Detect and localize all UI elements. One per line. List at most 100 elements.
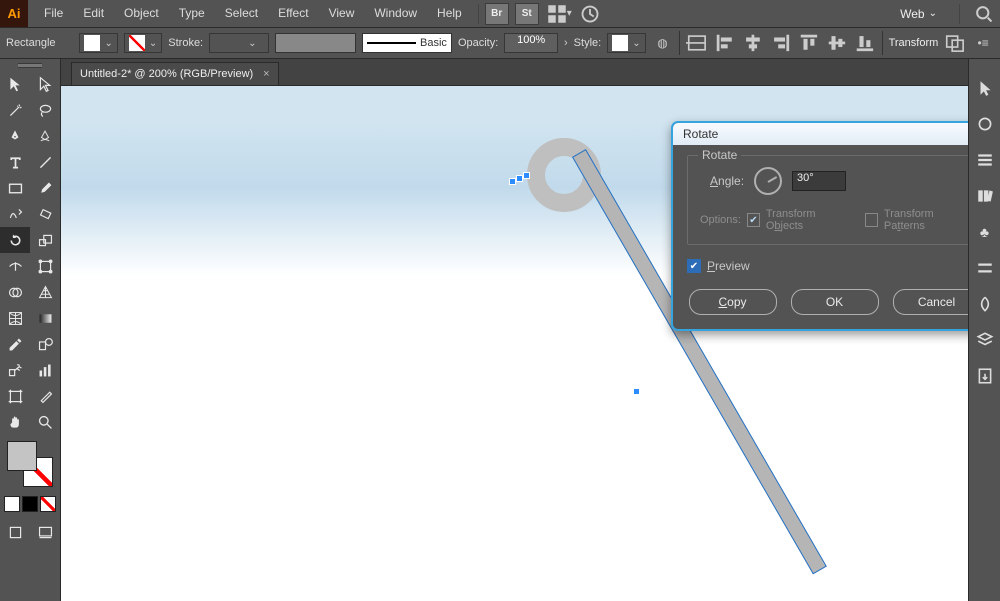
menu-window[interactable]: Window	[364, 0, 427, 27]
align-top-icon[interactable]	[798, 33, 820, 53]
angle-dial[interactable]	[754, 167, 782, 195]
gradient-tool[interactable]	[30, 305, 60, 331]
variable-width-dropdown[interactable]	[275, 33, 357, 53]
angle-input[interactable]: 30°	[792, 171, 846, 191]
toolbox-grip[interactable]	[0, 59, 60, 71]
preview-checkbox[interactable]	[687, 259, 701, 273]
artboard-tool[interactable]	[0, 383, 30, 409]
close-tab-icon[interactable]: ×	[263, 68, 269, 80]
stroke-panel-icon[interactable]	[976, 151, 994, 169]
eyedropper-tool[interactable]	[0, 331, 30, 357]
menu-help[interactable]: Help	[427, 0, 472, 27]
align-center-h-icon[interactable]	[742, 33, 764, 53]
free-transform-tool[interactable]	[30, 253, 60, 279]
align-left-icon[interactable]	[714, 33, 736, 53]
pen-tool[interactable]	[0, 123, 30, 149]
menu-edit[interactable]: Edit	[73, 0, 114, 27]
menu-type[interactable]: Type	[169, 0, 215, 27]
gradient-fill-mode[interactable]	[22, 496, 38, 512]
fill-indicator[interactable]	[7, 441, 37, 471]
separator	[959, 4, 960, 24]
selection-tool[interactable]	[0, 71, 30, 97]
rotate-tool[interactable]	[0, 227, 30, 253]
transform-patterns-checkbox[interactable]	[865, 213, 878, 227]
document-tab[interactable]: Untitled-2* @ 200% (RGB/Preview) ×	[71, 62, 279, 85]
eraser-tool[interactable]	[30, 201, 60, 227]
symbols-panel-icon[interactable]	[976, 295, 994, 313]
recolor-artwork-icon[interactable]: ◍	[652, 33, 674, 53]
paintbrush-tool[interactable]	[30, 175, 60, 201]
arrange-documents-icon[interactable]	[547, 4, 567, 24]
scale-tool[interactable]	[30, 227, 60, 253]
column-graph-tool[interactable]	[30, 357, 60, 383]
shape-builder-tool[interactable]	[0, 279, 30, 305]
lasso-tool[interactable]	[30, 97, 60, 123]
selection-anchor[interactable]	[523, 172, 530, 179]
perspective-grid-tool[interactable]	[30, 279, 60, 305]
menu-file[interactable]: File	[34, 0, 73, 27]
transform-objects-checkbox[interactable]	[747, 213, 760, 227]
gpu-performance-icon[interactable]	[580, 4, 600, 24]
selection-anchor[interactable]	[633, 388, 640, 395]
cancel-button[interactable]: Cancel	[893, 289, 969, 315]
ok-button[interactable]: OK	[791, 289, 879, 315]
stock-button[interactable]: St	[515, 3, 539, 25]
menu-object[interactable]: Object	[114, 0, 169, 27]
asset-export-panel-icon[interactable]	[976, 367, 994, 385]
color-fill-mode[interactable]	[4, 496, 20, 512]
workspace-switcher[interactable]: Web ⌄	[892, 4, 945, 24]
document-tab-title: Untitled-2* @ 200% (RGB/Preview)	[80, 68, 253, 80]
canvas[interactable]: Rotate Rotate Angle: 30° Options: Transf…	[61, 86, 968, 601]
stroke-color-dropdown[interactable]	[124, 33, 162, 53]
copy-button[interactable]: Copy	[689, 289, 777, 315]
options-icon[interactable]: •≡	[972, 33, 994, 53]
symbol-sprayer-tool[interactable]	[0, 357, 30, 383]
brushes-panel-icon[interactable]	[976, 259, 994, 277]
dialog-titlebar[interactable]: Rotate	[673, 123, 968, 145]
color-mode-row	[0, 493, 60, 515]
align-right-icon[interactable]	[770, 33, 792, 53]
opacity-more-icon[interactable]: ›	[564, 37, 568, 49]
fill-stroke-indicator[interactable]	[0, 435, 60, 493]
separator	[478, 4, 479, 24]
align-bottom-icon[interactable]	[854, 33, 876, 53]
bridge-button[interactable]: Br	[485, 3, 509, 25]
mesh-tool[interactable]	[0, 305, 30, 331]
draw-mode-icon[interactable]	[0, 519, 30, 545]
fill-dropdown[interactable]	[79, 33, 117, 53]
graphic-style-dropdown[interactable]	[607, 33, 645, 53]
properties-panel-icon[interactable]	[976, 79, 994, 97]
selection-center[interactable]	[516, 175, 523, 182]
opacity-value[interactable]: 100%	[504, 33, 558, 53]
app-logo: Ai	[0, 0, 28, 27]
line-segment-tool[interactable]	[30, 149, 60, 175]
selection-anchor[interactable]	[509, 178, 516, 185]
curvature-tool[interactable]	[30, 123, 60, 149]
color-panel-icon[interactable]	[976, 115, 994, 133]
menu-effect[interactable]: Effect	[268, 0, 318, 27]
menu-select[interactable]: Select	[215, 0, 268, 27]
zoom-tool[interactable]	[30, 409, 60, 435]
slice-tool[interactable]	[30, 383, 60, 409]
shaper-tool[interactable]	[0, 201, 30, 227]
magic-wand-tool[interactable]	[0, 97, 30, 123]
width-tool[interactable]	[0, 253, 30, 279]
stroke-weight-dropdown[interactable]	[209, 33, 269, 53]
direct-selection-tool[interactable]	[30, 71, 60, 97]
layers-panel-icon[interactable]	[976, 331, 994, 349]
screen-mode-icon[interactable]	[30, 519, 60, 545]
libraries-panel-icon[interactable]	[976, 187, 994, 205]
type-tool[interactable]	[0, 149, 30, 175]
brush-definition-dropdown[interactable]: Basic	[362, 33, 452, 53]
align-center-v-icon[interactable]	[826, 33, 848, 53]
menu-view[interactable]: View	[319, 0, 365, 27]
blend-tool[interactable]	[30, 331, 60, 357]
isolate-icon[interactable]	[944, 33, 966, 53]
align-panel-icon[interactable]	[686, 33, 708, 53]
hand-tool[interactable]	[0, 409, 30, 435]
transform-label[interactable]: Transform	[889, 37, 939, 49]
swatches-panel-icon[interactable]: ♣	[976, 223, 994, 241]
search-icon[interactable]	[974, 4, 994, 24]
none-fill-mode[interactable]	[40, 496, 56, 512]
rectangle-tool[interactable]	[0, 175, 30, 201]
